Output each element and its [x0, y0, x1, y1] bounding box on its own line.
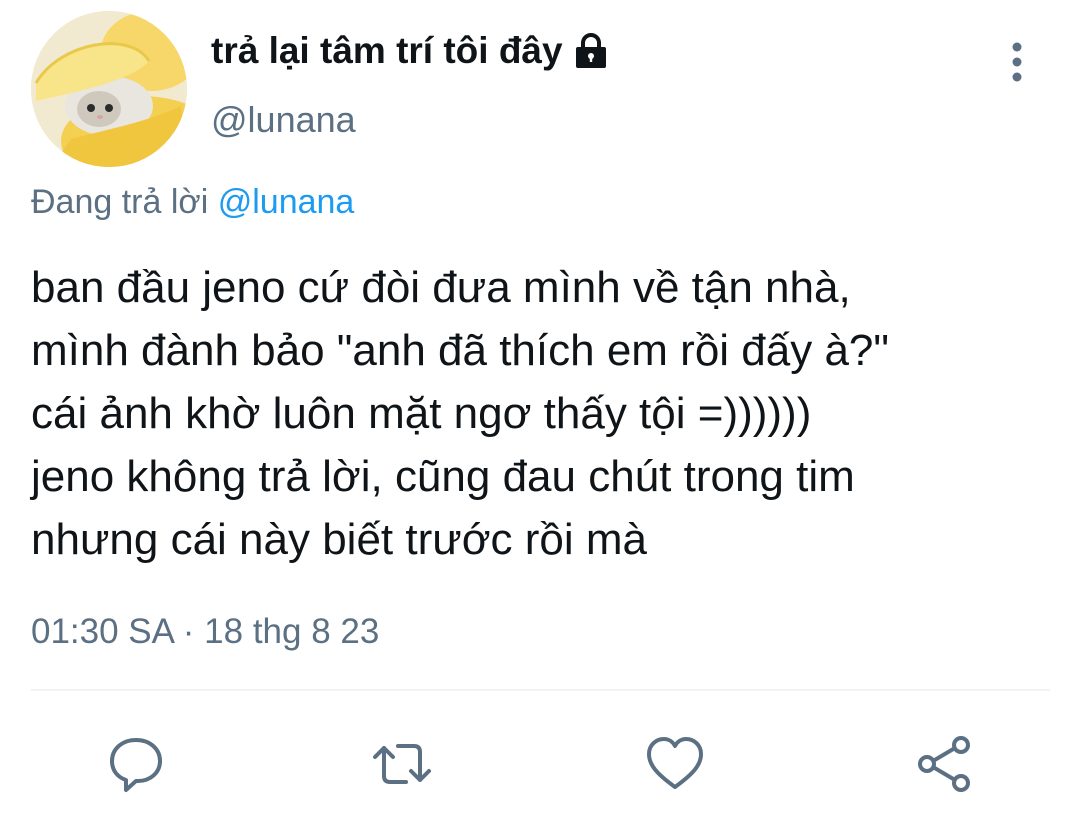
share-button[interactable]	[915, 734, 975, 794]
heart-icon	[647, 737, 703, 789]
tweet-text-line: nhưng cái này biết trước rồi mà	[31, 515, 648, 564]
retweet-icon	[373, 744, 431, 784]
retweet-button[interactable]	[372, 734, 432, 794]
more-vertical-icon[interactable]	[996, 40, 1038, 84]
tweet-timestamp[interactable]: 01:30 SA · 18 thg 8 23	[31, 612, 379, 652]
reply-button[interactable]	[106, 734, 166, 794]
tweet-text-line: ban đầu jeno cứ đòi đưa mình về tận nhà,	[31, 263, 851, 312]
tweet-text-line: jeno không trả lời, cũng đau chút trong …	[31, 452, 855, 501]
tweet-text: ban đầu jeno cứ đòi đưa mình về tận nhà,…	[31, 256, 1071, 571]
like-button[interactable]	[645, 734, 705, 794]
replying-to: Đang trả lời @lunana	[31, 183, 354, 222]
share-icon	[918, 736, 970, 792]
lock-icon	[571, 31, 611, 71]
avatar-image	[31, 11, 187, 167]
replying-to-label: Đang trả lời	[31, 183, 209, 221]
user-handle[interactable]: @lunana	[211, 99, 356, 141]
display-name[interactable]: trả lại tâm trí tôi đây	[211, 30, 611, 72]
divider	[31, 689, 1050, 691]
display-name-text: trả lại tâm trí tôi đây	[211, 30, 563, 71]
tweet-text-line: cái ảnh khờ luôn mặt ngơ thấy tội =)))))…	[31, 389, 812, 438]
tweet: trả lại tâm trí tôi đây @lunana Đang trả…	[0, 0, 1080, 823]
replying-to-handle[interactable]: @lunana	[218, 183, 355, 221]
tweet-text-line: mình đành bảo "anh đã thích em rồi đấy à…	[31, 326, 890, 375]
avatar[interactable]	[31, 11, 187, 167]
reply-icon	[110, 738, 162, 792]
